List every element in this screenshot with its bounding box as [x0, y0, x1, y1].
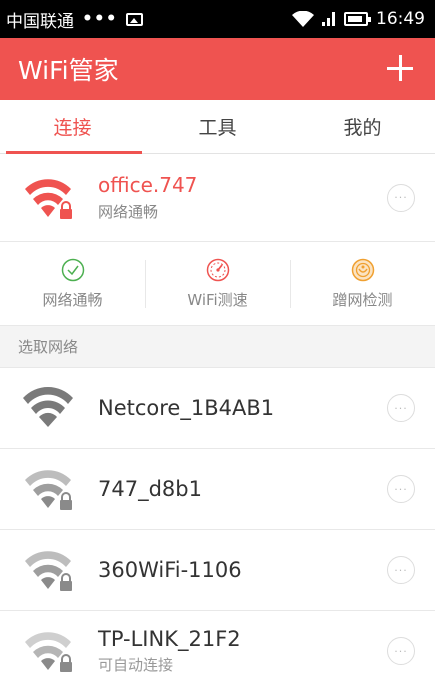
tab-mine[interactable]: 我的: [290, 100, 435, 153]
speedometer-icon: [206, 258, 229, 281]
tab-connect[interactable]: 连接: [0, 100, 145, 154]
network-name: 747_d8b1: [98, 477, 202, 501]
clock: 16:49: [376, 9, 425, 29]
notification-dots: •••: [82, 9, 118, 29]
wifi-locked-icon: [20, 173, 80, 223]
app-title: WiFi管家: [18, 56, 119, 85]
tool-speed-test-label: WiFi测速: [187, 290, 248, 309]
image-notification-icon: [125, 12, 143, 26]
plus-icon[interactable]: [387, 54, 417, 84]
network-name: TP-LINK_21F2: [98, 627, 241, 651]
connected-info: office.747 网络通畅: [98, 173, 387, 222]
quick-tools: 网络通畅 WiFi测速 蹭网检测: [0, 242, 435, 326]
section-header: 选取网络: [0, 326, 435, 368]
network-name: 360WiFi-1106: [98, 558, 242, 582]
wifi-locked-icon: [20, 464, 80, 514]
battery-icon: [344, 12, 371, 26]
signal-icon: [322, 12, 335, 26]
more-options-button[interactable]: ···: [387, 394, 415, 422]
more-options-button[interactable]: ···: [387, 637, 415, 665]
check-circle-icon: [61, 258, 84, 281]
network-item[interactable]: 360WiFi-1106 ···: [0, 530, 435, 611]
wifi-locked-icon: [20, 545, 80, 595]
wifi-locked-icon: [20, 626, 80, 676]
network-item[interactable]: 747_d8b1 ···: [0, 449, 435, 530]
status-bar: 中国联通 ••• 16:49: [0, 0, 435, 38]
connected-network-name: office.747: [98, 173, 198, 197]
status-left: 中国联通 •••: [6, 7, 143, 32]
app-bar: WiFi管家: [0, 38, 435, 100]
network-info: Netcore_1B4AB1: [98, 396, 387, 420]
detect-icon: [351, 258, 374, 281]
network-info: TP-LINK_21F2 可自动连接: [98, 627, 387, 675]
connected-network-status: 网络通畅: [98, 203, 159, 221]
network-item[interactable]: TP-LINK_21F2 可自动连接 ···: [0, 611, 435, 676]
network-info: 360WiFi-1106: [98, 558, 387, 582]
network-item[interactable]: Netcore_1B4AB1 ···: [0, 368, 435, 449]
network-info: 747_d8b1: [98, 477, 387, 501]
tab-tools[interactable]: 工具: [145, 100, 290, 153]
network-name: Netcore_1B4AB1: [98, 396, 275, 420]
tab-bar: 连接 工具 我的: [0, 100, 435, 154]
status-right: 16:49: [292, 9, 425, 29]
tool-freeloader-detect[interactable]: 蹭网检测: [290, 254, 435, 314]
tool-speed-test[interactable]: WiFi测速: [145, 254, 290, 314]
more-options-button[interactable]: ···: [387, 556, 415, 584]
more-options-button[interactable]: ···: [387, 475, 415, 503]
wifi-status-icon: [292, 11, 314, 27]
carrier-label: 中国联通: [6, 11, 74, 32]
wifi-icon: [20, 383, 80, 433]
tool-network-status-label: 网络通畅: [42, 290, 103, 309]
tool-network-status[interactable]: 网络通畅: [0, 254, 145, 314]
connected-network[interactable]: office.747 网络通畅 ···: [0, 154, 435, 242]
more-options-button[interactable]: ···: [387, 183, 415, 212]
network-subtitle: 可自动连接: [98, 656, 174, 674]
tool-freeloader-detect-label: 蹭网检测: [332, 290, 393, 309]
